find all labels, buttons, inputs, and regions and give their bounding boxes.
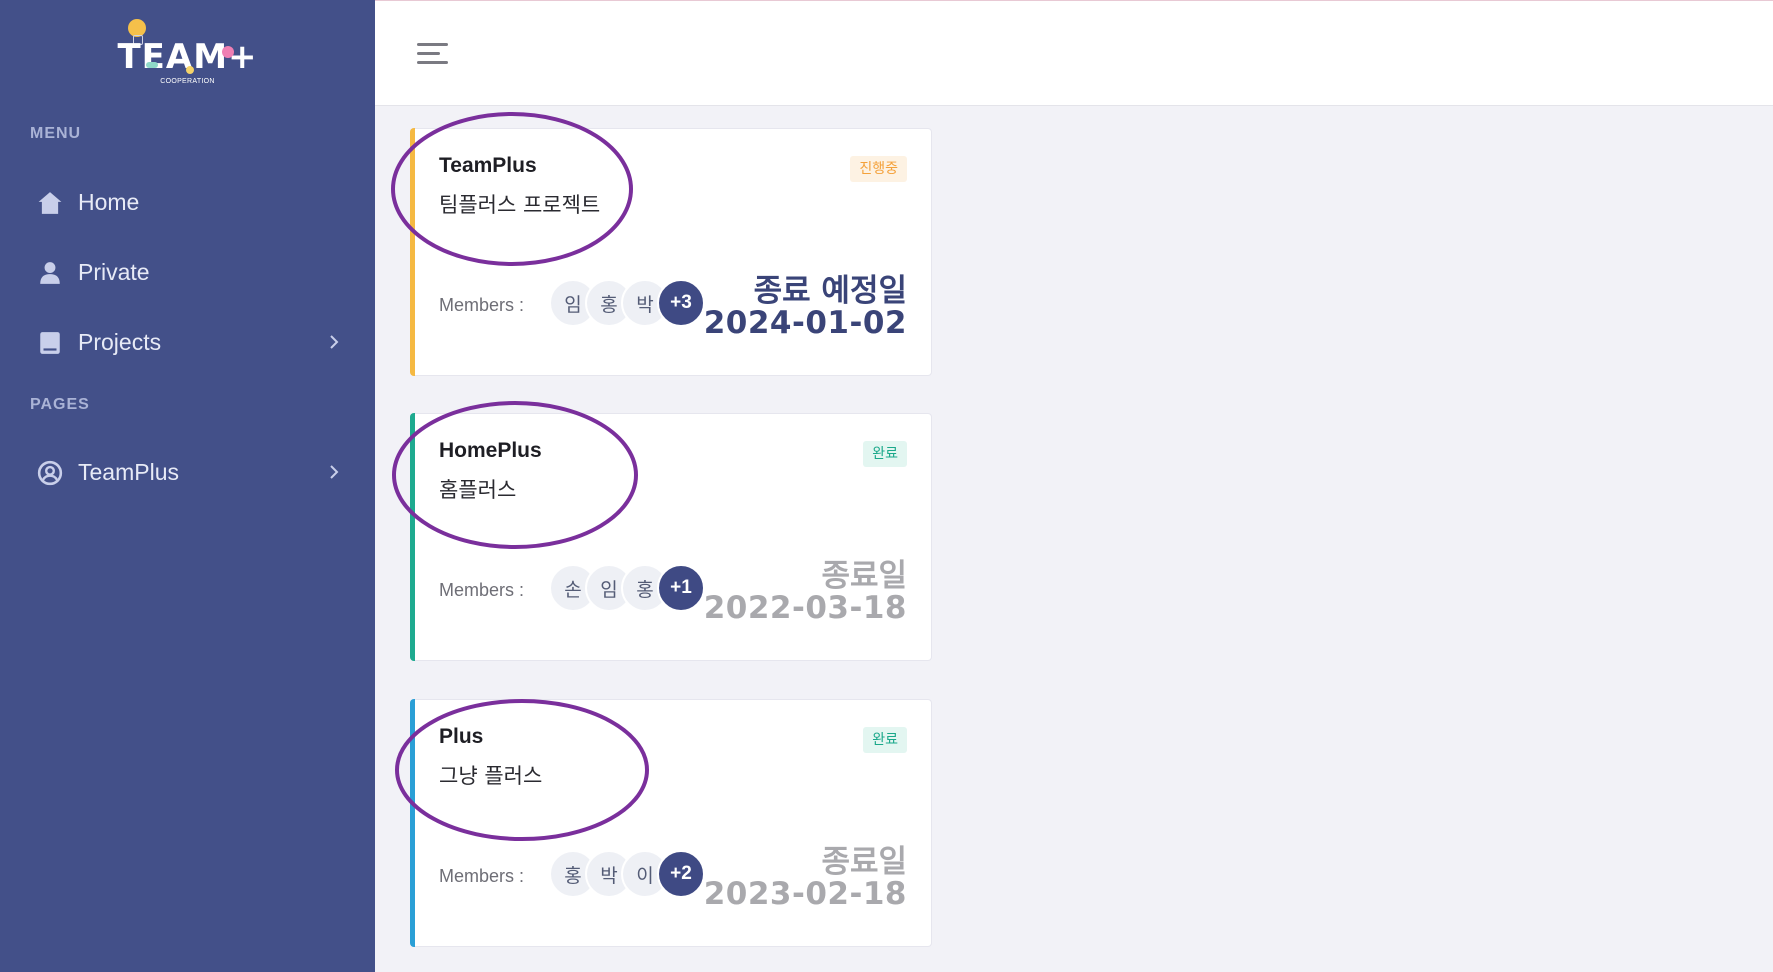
members-label: Members : [439,580,525,600]
sidebar-item-projects[interactable]: Projects [0,318,375,366]
logo-decoration [186,66,194,74]
due-date: 2023-02-18 [703,876,907,912]
more-members-badge[interactable]: +3 [657,279,705,327]
section-label-menu: MENU [30,125,82,142]
project-description: 그냥 플러스 [439,764,543,788]
sidebar-item-label: TeamPlus [78,458,179,485]
project-title: Plus [439,725,484,748]
project-title: TeamPlus [439,154,537,177]
card-accent-bar [410,128,415,376]
status-badge: 완료 [863,441,907,467]
card-accent-bar [410,699,415,947]
logo-decoration [146,62,158,68]
logo-decoration [222,46,234,58]
due-date: 2024-01-02 [703,305,907,341]
due-label: 종료일 [821,844,907,880]
sidebar-item-label: Projects [78,328,162,355]
sidebar-item-label: Home [78,188,140,215]
user-circle-icon [37,460,63,486]
status-badge: 진행중 [850,156,907,182]
topbar [375,0,1773,106]
sidebar-item-label: Private [78,258,150,285]
user-icon [40,262,60,284]
due-label: 종료일 [821,558,907,594]
lightbulb-icon [128,19,146,45]
due-label: 종료 예정일 [753,273,907,309]
chevron-right-icon [330,335,339,349]
status-badge: 완료 [863,727,907,753]
sidebar-item-home[interactable]: Home [0,178,375,226]
more-members-badge[interactable]: +1 [657,564,705,612]
section-label-pages: PAGES [30,396,90,413]
book-icon [40,332,60,354]
project-card[interactable]: Plus 그냥 플러스 완료 Members : 홍 박 이 +2 종료일 20… [410,699,932,947]
project-description: 홈플러스 [439,478,517,502]
hamburger-icon[interactable] [417,43,449,67]
sidebar: TEAM+ COOPERATION MENU Home Private Proj… [0,0,375,972]
card-accent-bar [410,413,415,661]
home-icon [38,192,62,214]
project-title: HomePlus [439,439,542,462]
sidebar-item-teamplus[interactable]: TeamPlus [0,448,375,496]
logo-subtitle: COOPERATION [160,78,215,85]
members-label: Members : [439,866,525,886]
more-members-badge[interactable]: +2 [657,850,705,898]
project-card[interactable]: HomePlus 홈플러스 완료 Members : 손 임 홍 +1 종료일 … [410,413,932,661]
project-description: 팀플러스 프로젝트 [439,193,601,217]
sidebar-item-private[interactable]: Private [0,248,375,296]
due-date: 2022-03-18 [703,590,907,626]
project-card[interactable]: TeamPlus 팀플러스 프로젝트 진행중 Members : 임 홍 박 +… [410,128,932,376]
logo[interactable]: TEAM+ COOPERATION [0,14,375,94]
members-label: Members : [439,295,525,315]
chevron-right-icon [330,465,339,479]
